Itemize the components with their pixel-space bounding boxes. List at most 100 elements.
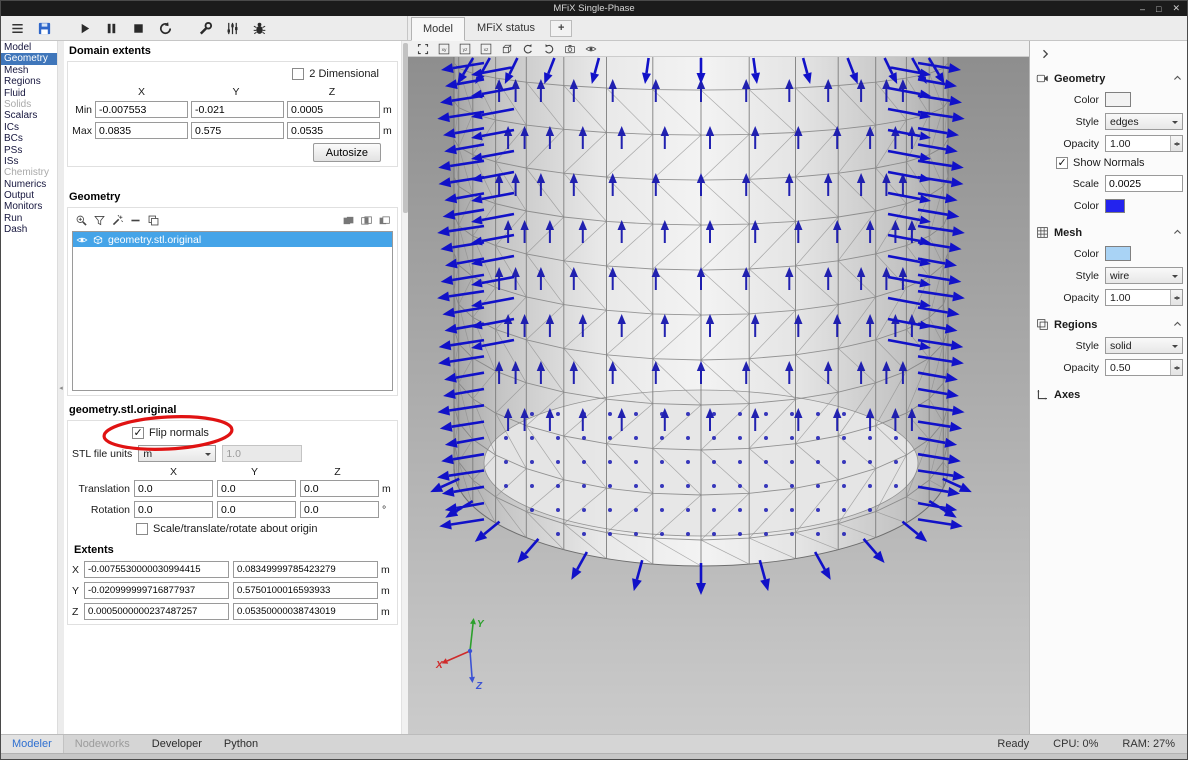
domain-max-x-input[interactable] xyxy=(95,122,188,139)
section-axes-header[interactable]: Axes xyxy=(1036,388,1183,401)
sidebar-item-monitors[interactable]: Monitors xyxy=(1,201,57,212)
extent-z-max-input[interactable] xyxy=(233,603,378,620)
rotation-z-input[interactable] xyxy=(300,501,379,518)
settings-button[interactable] xyxy=(219,17,246,39)
visibility-button[interactable] xyxy=(581,42,600,56)
perspective-button[interactable] xyxy=(497,42,516,56)
sidebar-item-pss[interactable]: PSs xyxy=(1,145,57,156)
remove-button[interactable] xyxy=(126,212,144,228)
mesher-button[interactable] xyxy=(192,17,219,39)
mesh-opacity-spinbox[interactable]: 1.00 xyxy=(1105,289,1183,306)
fit-view-button[interactable] xyxy=(413,42,432,56)
regions-opacity-spinbox[interactable]: 0.50 xyxy=(1105,359,1183,376)
sidebar-item-geometry[interactable]: Geometry xyxy=(1,53,57,64)
about-origin-checkbox[interactable] xyxy=(136,523,148,535)
view-xz-button[interactable]: xz xyxy=(476,42,495,56)
pause-button[interactable] xyxy=(98,17,125,39)
regions-style-combobox[interactable]: solid xyxy=(1105,337,1183,354)
sidebar-item-bcs[interactable]: BCs xyxy=(1,133,57,144)
extent-y-min-input[interactable] xyxy=(84,582,229,599)
geometry-list-item[interactable]: geometry.stl.original xyxy=(73,232,392,247)
stl-units-combobox[interactable]: m xyxy=(138,445,216,462)
save-button[interactable] xyxy=(31,17,58,39)
minimize-button[interactable]: – xyxy=(1140,4,1145,14)
spinner-arrows-icon[interactable] xyxy=(1170,290,1182,305)
render-canvas[interactable]: XYZ xyxy=(408,57,1029,734)
maximize-button[interactable]: □ xyxy=(1156,4,1161,14)
mesh-color-swatch[interactable] xyxy=(1105,246,1131,261)
translation-z-input[interactable] xyxy=(300,480,379,497)
normals-color-swatch[interactable] xyxy=(1105,199,1125,213)
tab-mfix-status[interactable]: MFiX status xyxy=(465,16,547,40)
screenshot-button[interactable] xyxy=(560,42,579,56)
spinner-arrows-icon[interactable] xyxy=(1170,360,1182,375)
rotation-y-input[interactable] xyxy=(217,501,296,518)
geometry-opacity-spinbox[interactable]: 1.00 xyxy=(1105,135,1183,152)
section-geometry-header[interactable]: Geometry xyxy=(1036,72,1183,85)
sidebar-item-iss[interactable]: ISs xyxy=(1,156,57,167)
boolean-intersect-button[interactable] xyxy=(357,212,375,228)
status-ready: Ready xyxy=(997,738,1029,750)
add-filter-button[interactable] xyxy=(90,212,108,228)
sidebar-item-ics[interactable]: ICs xyxy=(1,122,57,133)
sidebar-item-mesh[interactable]: Mesh xyxy=(1,65,57,76)
section-regions-header[interactable]: Regions xyxy=(1036,318,1183,331)
sidebar-item-regions[interactable]: Regions xyxy=(1,76,57,87)
stop-button[interactable] xyxy=(125,17,152,39)
collapse-mesh-icon[interactable] xyxy=(1172,227,1183,238)
geometry-style-combobox[interactable]: edges xyxy=(1105,113,1183,130)
boolean-union-button[interactable] xyxy=(339,212,357,228)
add-geometry-button[interactable] xyxy=(72,212,90,228)
collapse-regions-icon[interactable] xyxy=(1172,319,1183,330)
reset-button[interactable] xyxy=(152,17,179,39)
collapse-geometry-icon[interactable] xyxy=(1172,73,1183,84)
flip-normals-checkbox[interactable] xyxy=(132,427,144,439)
rotation-x-input[interactable] xyxy=(134,501,213,518)
translation-x-input[interactable] xyxy=(134,480,213,497)
view-yz-button[interactable]: yz xyxy=(455,42,474,56)
two-dimensional-checkbox[interactable] xyxy=(292,68,304,80)
mesh-style-combobox[interactable]: wire xyxy=(1105,267,1183,284)
sidebar-item-dash[interactable]: Dash xyxy=(1,224,57,235)
domain-max-y-input[interactable] xyxy=(191,122,284,139)
extent-x-max-input[interactable] xyxy=(233,561,378,578)
left-panel-scrollbar[interactable] xyxy=(401,41,408,734)
menu-button[interactable] xyxy=(4,17,31,39)
extent-z-min-input[interactable] xyxy=(84,603,229,620)
domain-min-z-input[interactable] xyxy=(287,101,380,118)
titlebar[interactable]: MFiX Single-Phase –□✕ xyxy=(1,1,1187,16)
extent-y-max-input[interactable] xyxy=(233,582,378,599)
rotate-right-button[interactable] xyxy=(539,42,558,56)
wizard-button[interactable] xyxy=(108,212,126,228)
sidebar-item-numerics[interactable]: Numerics xyxy=(1,179,57,190)
run-button[interactable] xyxy=(71,17,98,39)
extent-x-min-input[interactable] xyxy=(84,561,229,578)
new-tab-button[interactable]: + xyxy=(550,20,572,37)
bottom-tab-modeler[interactable]: Modeler xyxy=(1,735,64,753)
boolean-difference-button[interactable] xyxy=(375,212,393,228)
spinner-arrows-icon[interactable] xyxy=(1170,136,1182,151)
sidebar-item-output[interactable]: Output xyxy=(1,190,57,201)
normals-scale-input[interactable] xyxy=(1105,175,1183,192)
bottom-tab-developer[interactable]: Developer xyxy=(141,735,213,753)
show-normals-checkbox[interactable] xyxy=(1056,157,1068,169)
domain-min-y-input[interactable] xyxy=(191,101,284,118)
close-button[interactable]: ✕ xyxy=(1172,3,1180,14)
sidebar-item-run[interactable]: Run xyxy=(1,213,57,224)
bottom-tab-python[interactable]: Python xyxy=(213,735,269,753)
copy-button[interactable] xyxy=(144,212,162,228)
autosize-button[interactable]: Autosize xyxy=(313,143,381,162)
domain-min-x-input[interactable] xyxy=(95,101,188,118)
sidebar-item-model[interactable]: Model xyxy=(1,42,57,53)
section-mesh-header[interactable]: Mesh xyxy=(1036,226,1183,239)
sidebar-item-fluid[interactable]: Fluid xyxy=(1,88,57,99)
translation-y-input[interactable] xyxy=(217,480,296,497)
geometry-color-swatch[interactable] xyxy=(1105,92,1131,107)
collapse-panel-button[interactable] xyxy=(1036,47,1054,64)
rotate-left-button[interactable] xyxy=(518,42,537,56)
domain-max-z-input[interactable] xyxy=(287,122,380,139)
console-button[interactable] xyxy=(246,17,273,39)
tab-model[interactable]: Model xyxy=(411,17,465,41)
view-xy-button[interactable]: xy xyxy=(434,42,453,56)
sidebar-item-scalars[interactable]: Scalars xyxy=(1,110,57,121)
